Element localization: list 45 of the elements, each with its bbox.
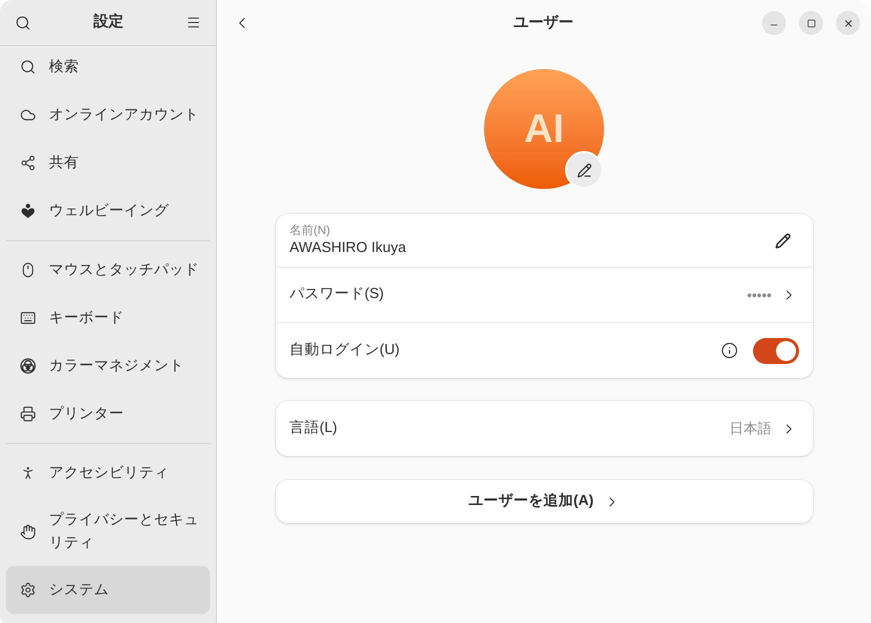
menu-icon[interactable] — [186, 15, 201, 30]
sidebar-item[interactable]: オンラインアカウント — [6, 91, 210, 139]
settings-row[interactable]: 言語(L) 日本語 — [276, 401, 812, 456]
search-icon[interactable] — [15, 14, 31, 30]
page-title: ユーザー — [514, 12, 574, 33]
gear-icon — [20, 582, 36, 598]
hand-icon — [20, 524, 36, 540]
sidebar-item[interactable]: アクセシビリティ — [6, 449, 210, 497]
user-avatar: AI — [484, 69, 604, 189]
sidebar-item[interactable]: キーボード — [6, 294, 210, 342]
row-label: パスワード(S) — [290, 285, 385, 304]
sidebar-item[interactable]: 検索 — [6, 46, 210, 91]
printer-icon — [20, 406, 36, 422]
pencil-icon[interactable] — [774, 232, 790, 248]
settings-row[interactable]: パスワード(S) ••••• — [276, 268, 812, 323]
toggle-switch[interactable] — [752, 338, 798, 364]
heart-person-icon — [20, 203, 36, 219]
sidebar-item[interactable]: システム — [6, 566, 210, 614]
add-user-button[interactable]: ユーザーを追加(A) — [276, 480, 812, 523]
search-icon — [20, 59, 36, 75]
maximize-icon — [806, 18, 816, 28]
sidebar-item[interactable]: カラーマネジメント — [6, 342, 210, 390]
row-value: 日本語 — [730, 419, 772, 438]
maximize-button[interactable] — [799, 11, 823, 35]
sidebar-item[interactable]: プリンター — [6, 390, 210, 438]
field-label: 名前(N) — [290, 223, 332, 238]
pencil-icon — [576, 162, 592, 178]
info-icon[interactable] — [720, 342, 738, 359]
share-icon — [20, 155, 36, 171]
sidebar-item[interactable]: ウェルビーイング — [6, 187, 210, 235]
sidebar-item[interactable]: プライバシーとセキュリティ — [6, 497, 210, 566]
name-value: AWASHIRO Ikuya — [290, 239, 408, 258]
sidebar-item[interactable]: マウスとタッチパッド — [6, 246, 210, 294]
row-label: 言語(L) — [290, 418, 338, 438]
toggle-knob — [776, 340, 796, 360]
cloud-icon — [20, 107, 36, 123]
mouse-icon — [20, 262, 36, 278]
row-label: 自動ログイン(U) — [290, 340, 401, 360]
row-value: ••••• — [746, 286, 772, 304]
sidebar-item[interactable]: 共有 — [6, 139, 210, 187]
close-button[interactable] — [836, 11, 860, 35]
keyboard-icon — [20, 310, 36, 326]
close-icon — [842, 18, 854, 28]
sidebar-title: 設定 — [94, 12, 124, 32]
color-circles-icon — [20, 358, 36, 374]
